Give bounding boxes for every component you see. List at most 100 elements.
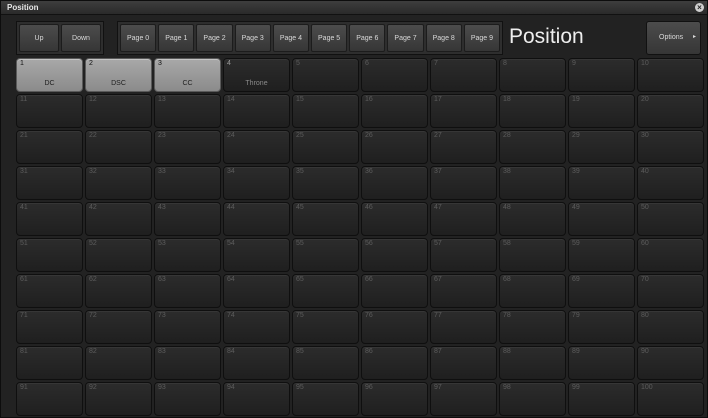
preset-cell[interactable]: 72 bbox=[85, 310, 152, 344]
preset-cell[interactable]: 40 bbox=[637, 166, 704, 200]
preset-cell[interactable]: 79 bbox=[568, 310, 635, 344]
preset-cell[interactable]: 37 bbox=[430, 166, 497, 200]
preset-cell[interactable]: 62 bbox=[85, 274, 152, 308]
preset-cell[interactable]: 33 bbox=[154, 166, 221, 200]
preset-cell[interactable]: 83 bbox=[154, 346, 221, 380]
up-button[interactable]: Up bbox=[19, 24, 59, 52]
page-3-button[interactable]: Page 3 bbox=[234, 24, 271, 52]
preset-cell[interactable]: 10 bbox=[637, 58, 704, 92]
preset-cell[interactable]: 50 bbox=[637, 202, 704, 236]
preset-cell[interactable]: 92 bbox=[85, 382, 152, 416]
preset-cell[interactable]: 58 bbox=[499, 238, 566, 272]
preset-cell[interactable]: 12 bbox=[85, 94, 152, 128]
preset-cell[interactable]: 4 Throne bbox=[223, 58, 290, 92]
preset-cell[interactable]: 52 bbox=[85, 238, 152, 272]
preset-cell[interactable]: 23 bbox=[154, 130, 221, 164]
preset-cell[interactable]: 100 bbox=[637, 382, 704, 416]
preset-cell[interactable]: 90 bbox=[637, 346, 704, 380]
preset-cell[interactable]: 95 bbox=[292, 382, 359, 416]
preset-cell[interactable]: 93 bbox=[154, 382, 221, 416]
preset-cell[interactable]: 47 bbox=[430, 202, 497, 236]
preset-cell[interactable]: 43 bbox=[154, 202, 221, 236]
preset-cell[interactable]: 80 bbox=[637, 310, 704, 344]
preset-cell[interactable]: 26 bbox=[361, 130, 428, 164]
preset-cell[interactable]: 15 bbox=[292, 94, 359, 128]
preset-cell[interactable]: 77 bbox=[430, 310, 497, 344]
preset-cell[interactable]: 21 bbox=[16, 130, 83, 164]
preset-cell[interactable]: 24 bbox=[223, 130, 290, 164]
preset-cell[interactable]: 86 bbox=[361, 346, 428, 380]
preset-cell[interactable]: 75 bbox=[292, 310, 359, 344]
preset-cell[interactable]: 89 bbox=[568, 346, 635, 380]
preset-cell[interactable]: 74 bbox=[223, 310, 290, 344]
preset-cell[interactable]: 57 bbox=[430, 238, 497, 272]
preset-cell[interactable]: 42 bbox=[85, 202, 152, 236]
preset-cell[interactable]: 8 bbox=[499, 58, 566, 92]
page-0-button[interactable]: Page 0 bbox=[120, 24, 157, 52]
preset-cell[interactable]: 94 bbox=[223, 382, 290, 416]
down-button[interactable]: Down bbox=[61, 24, 101, 52]
preset-cell[interactable]: 96 bbox=[361, 382, 428, 416]
preset-cell[interactable]: 6 bbox=[361, 58, 428, 92]
preset-cell[interactable]: 59 bbox=[568, 238, 635, 272]
preset-cell[interactable]: 67 bbox=[430, 274, 497, 308]
preset-cell[interactable]: 97 bbox=[430, 382, 497, 416]
page-6-button[interactable]: Page 6 bbox=[349, 24, 386, 52]
page-4-button[interactable]: Page 4 bbox=[272, 24, 310, 52]
preset-cell[interactable]: 45 bbox=[292, 202, 359, 236]
preset-cell[interactable]: 14 bbox=[223, 94, 290, 128]
preset-cell[interactable]: 49 bbox=[568, 202, 635, 236]
preset-cell[interactable]: 51 bbox=[16, 238, 83, 272]
preset-cell[interactable]: 63 bbox=[154, 274, 221, 308]
page-8-button[interactable]: Page 8 bbox=[425, 24, 462, 52]
preset-cell[interactable]: 71 bbox=[16, 310, 83, 344]
preset-cell[interactable]: 1 DC bbox=[16, 58, 83, 92]
preset-cell[interactable]: 39 bbox=[568, 166, 635, 200]
page-9-button[interactable]: Page 9 bbox=[463, 24, 501, 52]
preset-cell[interactable]: 3 CC bbox=[154, 58, 221, 92]
preset-cell[interactable]: 32 bbox=[85, 166, 152, 200]
preset-cell[interactable]: 76 bbox=[361, 310, 428, 344]
preset-cell[interactable]: 78 bbox=[499, 310, 566, 344]
preset-cell[interactable]: 66 bbox=[361, 274, 428, 308]
preset-cell[interactable]: 54 bbox=[223, 238, 290, 272]
page-2-button[interactable]: Page 2 bbox=[196, 24, 233, 52]
preset-cell[interactable]: 41 bbox=[16, 202, 83, 236]
preset-cell[interactable]: 87 bbox=[430, 346, 497, 380]
preset-cell[interactable]: 61 bbox=[16, 274, 83, 308]
preset-cell[interactable]: 27 bbox=[430, 130, 497, 164]
preset-cell[interactable]: 69 bbox=[568, 274, 635, 308]
preset-cell[interactable]: 11 bbox=[16, 94, 83, 128]
preset-cell[interactable]: 30 bbox=[637, 130, 704, 164]
preset-cell[interactable]: 38 bbox=[499, 166, 566, 200]
preset-cell[interactable]: 82 bbox=[85, 346, 152, 380]
preset-cell[interactable]: 68 bbox=[499, 274, 566, 308]
preset-cell[interactable]: 46 bbox=[361, 202, 428, 236]
preset-cell[interactable]: 73 bbox=[154, 310, 221, 344]
preset-cell[interactable]: 60 bbox=[637, 238, 704, 272]
preset-cell[interactable]: 16 bbox=[361, 94, 428, 128]
preset-cell[interactable]: 7 bbox=[430, 58, 497, 92]
preset-cell[interactable]: 18 bbox=[499, 94, 566, 128]
preset-cell[interactable]: 9 bbox=[568, 58, 635, 92]
preset-cell[interactable]: 35 bbox=[292, 166, 359, 200]
preset-cell[interactable]: 70 bbox=[637, 274, 704, 308]
title-bar[interactable]: Position × bbox=[1, 1, 707, 15]
preset-cell[interactable]: 91 bbox=[16, 382, 83, 416]
preset-cell[interactable]: 19 bbox=[568, 94, 635, 128]
preset-cell[interactable]: 34 bbox=[223, 166, 290, 200]
preset-cell[interactable]: 53 bbox=[154, 238, 221, 272]
close-icon[interactable]: × bbox=[695, 3, 704, 12]
preset-cell[interactable]: 17 bbox=[430, 94, 497, 128]
preset-cell[interactable]: 99 bbox=[568, 382, 635, 416]
preset-cell[interactable]: 65 bbox=[292, 274, 359, 308]
preset-cell[interactable]: 56 bbox=[361, 238, 428, 272]
page-1-button[interactable]: Page 1 bbox=[158, 24, 195, 52]
preset-cell[interactable]: 84 bbox=[223, 346, 290, 380]
preset-cell[interactable]: 5 bbox=[292, 58, 359, 92]
preset-cell[interactable]: 13 bbox=[154, 94, 221, 128]
preset-cell[interactable]: 44 bbox=[223, 202, 290, 236]
preset-cell[interactable]: 88 bbox=[499, 346, 566, 380]
preset-cell[interactable]: 28 bbox=[499, 130, 566, 164]
page-7-button[interactable]: Page 7 bbox=[387, 24, 424, 52]
